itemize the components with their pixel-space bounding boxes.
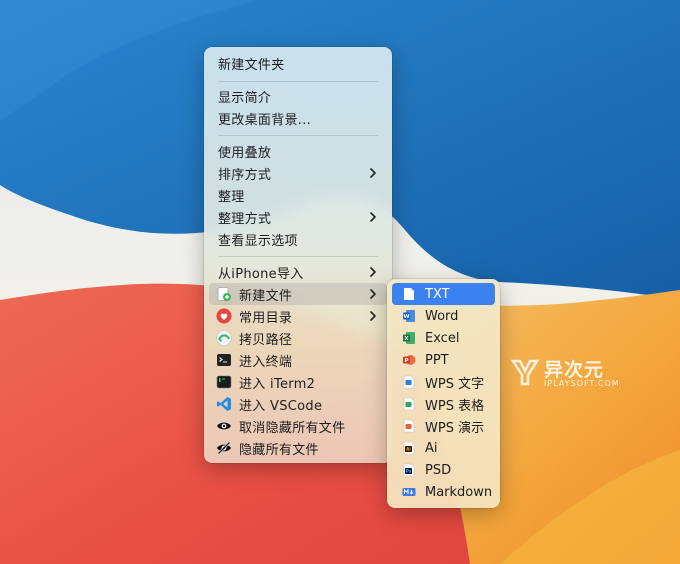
menu-item-label: 进入终端 <box>239 354 293 370</box>
menu-item-open-terminal[interactable]: 进入终端 <box>209 349 387 371</box>
menu-separator <box>218 256 378 257</box>
watermark-icon <box>510 359 540 386</box>
menu-item-label: 新建文件夹 <box>218 57 285 73</box>
menu-item-label: 隐藏所有文件 <box>239 442 319 458</box>
chevron-right-icon <box>370 267 376 277</box>
submenu-item-wps-writer[interactable]: WPS 文字 <box>392 371 495 393</box>
submenu-item-markdown[interactable]: Markdown <box>392 481 495 503</box>
watermark-title: 异次元 <box>544 359 605 381</box>
eye-slash-icon <box>216 440 232 456</box>
menu-item-hide-all-files[interactable]: 隐藏所有文件 <box>209 437 387 459</box>
submenu-item-wps-spreadsheet[interactable]: WPS 表格 <box>392 393 495 415</box>
menu-item-clean-up[interactable]: 整理 <box>209 184 387 206</box>
submenu-item-label: Markdown <box>425 484 493 500</box>
menu-item-copy-path[interactable]: 拷贝路径 <box>209 327 387 349</box>
svg-text:W: W <box>403 314 409 320</box>
chevron-right-icon <box>370 168 376 178</box>
menu-item-unhide-all-files[interactable]: 取消隐藏所有文件 <box>209 415 387 437</box>
wps-writer-icon <box>402 375 416 389</box>
txt-file-icon <box>402 287 416 301</box>
submenu-item-label: WPS 演示 <box>425 420 485 436</box>
submenu-item-label: PSD <box>425 462 452 478</box>
watermark-logo: 异次元 IPLAYSOFT.COM <box>510 355 630 395</box>
menu-item-label: 整理 <box>218 189 245 205</box>
submenu-item-ai[interactable]: Ai Ai <box>392 437 495 459</box>
menu-item-label: 查看显示选项 <box>218 233 298 249</box>
submenu-item-wps-presentation[interactable]: WPS 演示 <box>392 415 495 437</box>
submenu-item-txt[interactable]: TXT <box>392 283 495 305</box>
markdown-icon <box>402 485 416 499</box>
menu-separator <box>218 81 378 82</box>
chevron-right-icon <box>370 212 376 222</box>
ppt-icon: P <box>402 353 416 367</box>
menu-item-label: 从iPhone导入 <box>218 266 304 282</box>
menu-item-label: 使用叠放 <box>218 145 272 161</box>
menu-item-get-info[interactable]: 显示简介 <box>209 85 387 107</box>
vscode-icon <box>216 396 232 412</box>
eye-icon <box>216 418 232 434</box>
menu-item-favorite-folders[interactable]: 常用目录 <box>209 305 387 327</box>
excel-icon: X <box>402 331 416 345</box>
submenu-item-label: Ai <box>425 440 438 456</box>
svg-text:Ps: Ps <box>406 469 412 474</box>
word-icon: W <box>402 309 416 323</box>
submenu-item-label: WPS 文字 <box>425 376 485 392</box>
menu-item-new-folder[interactable]: 新建文件夹 <box>209 52 387 74</box>
submenu-item-ppt[interactable]: P PPT <box>392 349 495 371</box>
menu-item-clean-up-by[interactable]: 整理方式 <box>209 206 387 228</box>
submenu-item-excel[interactable]: X Excel <box>392 327 495 349</box>
wps-presentation-icon <box>402 419 416 433</box>
submenu-item-label: TXT <box>425 286 450 302</box>
submenu-item-label: Excel <box>425 330 460 346</box>
menu-separator <box>218 135 378 136</box>
menu-item-label: 新建文件 <box>239 288 293 304</box>
wps-spreadsheet-icon <box>402 397 416 411</box>
menu-item-use-stacks[interactable]: 使用叠放 <box>209 140 387 162</box>
svg-text:Ai: Ai <box>406 447 411 452</box>
heart-icon <box>216 308 232 324</box>
chevron-right-icon <box>370 289 376 299</box>
menu-item-label: 进入 VSCode <box>239 398 323 414</box>
menu-item-label: 显示简介 <box>218 90 272 106</box>
submenu-item-label: PPT <box>425 352 449 368</box>
menu-item-label: 更改桌面背景... <box>218 112 312 128</box>
photoshop-icon: Ps <box>402 463 416 477</box>
submenu-item-word[interactable]: W Word <box>392 305 495 327</box>
submenu-item-label: WPS 表格 <box>425 398 485 414</box>
copy-path-icon <box>216 330 232 346</box>
svg-text:P: P <box>404 358 408 364</box>
new-file-icon <box>216 286 232 302</box>
illustrator-icon: Ai <box>402 441 416 455</box>
menu-item-label: 进入 iTerm2 <box>239 376 316 392</box>
menu-item-label: 整理方式 <box>218 211 272 227</box>
menu-item-label: 排序方式 <box>218 167 272 183</box>
new-file-submenu: TXT W Word X Excel P PPT WPS 文字 WPS 表格 W… <box>387 279 500 508</box>
watermark-subtitle: IPLAYSOFT.COM <box>544 379 620 388</box>
menu-item-change-wallpaper[interactable]: 更改桌面背景... <box>209 107 387 129</box>
terminal-icon <box>216 352 232 368</box>
menu-item-label: 取消隐藏所有文件 <box>239 420 346 436</box>
menu-item-import-from-iphone[interactable]: 从iPhone导入 <box>209 261 387 283</box>
menu-item-show-view-options[interactable]: 查看显示选项 <box>209 228 387 250</box>
desktop-context-menu: 新建文件夹 显示简介 更改桌面背景... 使用叠放 排序方式 整理 整理方式 查… <box>204 47 392 463</box>
menu-item-open-iterm2[interactable]: 进入 iTerm2 <box>209 371 387 393</box>
menu-item-label: 常用目录 <box>239 310 293 326</box>
menu-item-new-file[interactable]: 新建文件 <box>209 283 387 305</box>
menu-item-open-vscode[interactable]: 进入 VSCode <box>209 393 387 415</box>
submenu-item-label: Word <box>425 308 459 324</box>
menu-item-label: 拷贝路径 <box>239 332 293 348</box>
chevron-right-icon <box>370 311 376 321</box>
menu-item-sort-by[interactable]: 排序方式 <box>209 162 387 184</box>
iterm2-icon <box>216 374 232 390</box>
submenu-item-psd[interactable]: Ps PSD <box>392 459 495 481</box>
